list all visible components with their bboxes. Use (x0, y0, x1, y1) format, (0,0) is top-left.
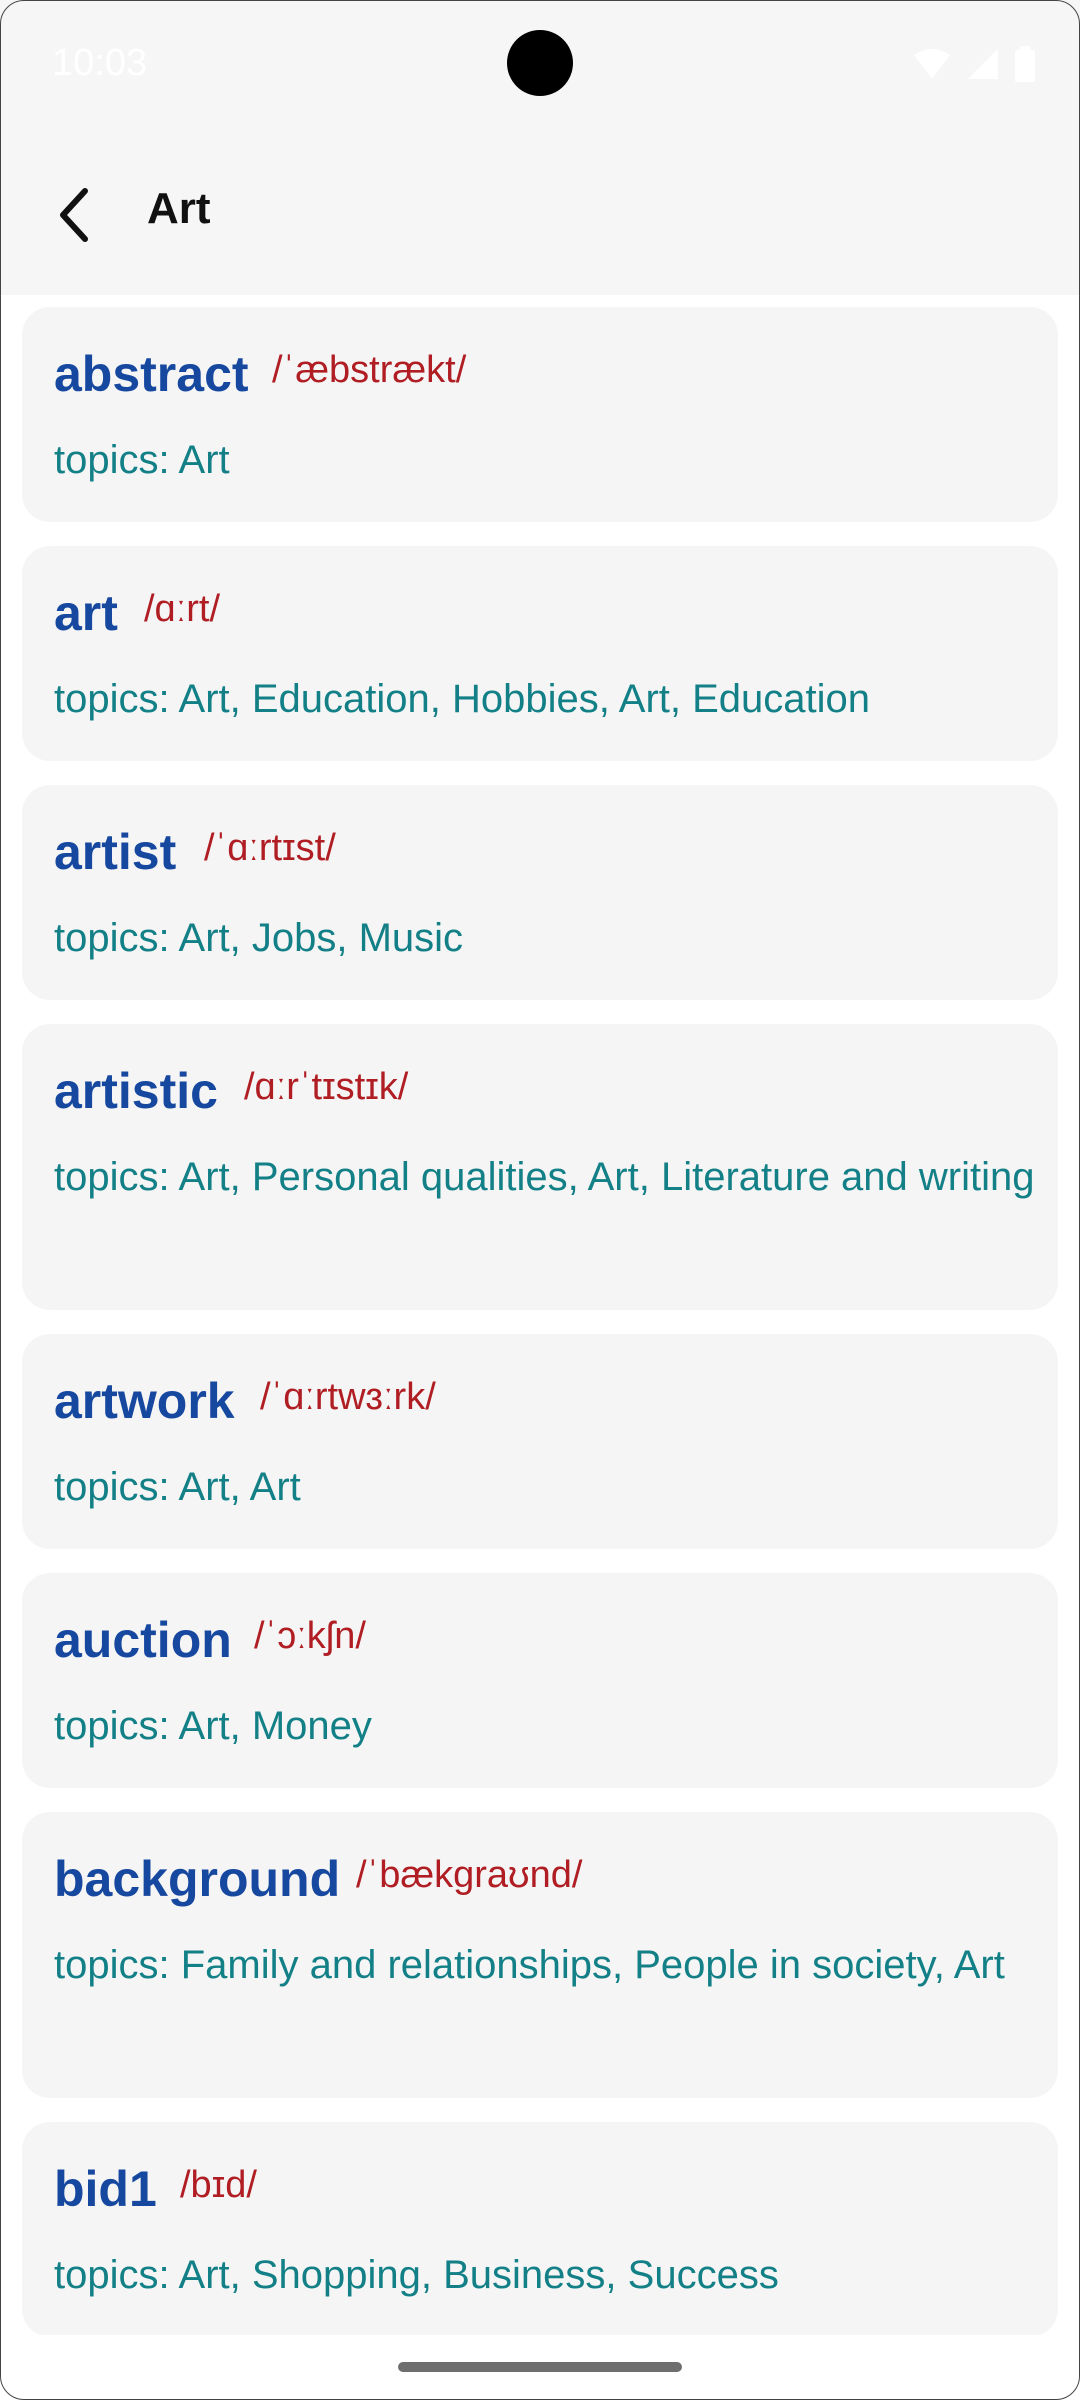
word-card[interactable]: bid1 /bɪd/ topics: Art, Shopping, Busine… (22, 2122, 1058, 2335)
word-headword: auction (54, 1612, 232, 1668)
word-pronunciation: /ˈbækɡraʊnd/ (356, 1854, 583, 1896)
back-button[interactable] (40, 180, 110, 250)
word-card[interactable]: background /ˈbækɡraʊnd/ topics: Family a… (22, 1812, 1058, 2098)
wifi-icon (914, 49, 950, 79)
word-topics: topics: Art, Education, Hobbies, Art, Ed… (54, 677, 871, 721)
battery-icon (1015, 46, 1035, 82)
word-headword: artwork (54, 1373, 235, 1429)
word-pronunciation: /ˈɑːrtɪst/ (204, 827, 336, 869)
app-bar: Art (0, 130, 1080, 295)
word-topics: topics: Art, Art (54, 1465, 301, 1509)
word-pronunciation: /ˈæbstrækt/ (272, 349, 467, 391)
chevron-left-icon (60, 188, 88, 242)
word-pronunciation: /ˈɑːrtwɜːrk/ (260, 1376, 436, 1418)
status-bar: 10:03 (0, 0, 1080, 130)
word-pronunciation: /ɑːrt/ (144, 588, 221, 630)
word-headword: artist (54, 824, 177, 880)
word-card[interactable]: auction /ˈɔːkʃn/ topics: Art, Money (22, 1573, 1058, 1788)
word-headword: background (54, 1851, 341, 1907)
word-list[interactable]: abstract /ˈæbstrækt/ topics: Art art /ɑː… (0, 295, 1080, 2335)
word-topics: topics: Art, Personal qualities, Art, Li… (54, 1155, 1035, 1199)
gesture-nav-handle[interactable] (398, 2362, 682, 2372)
word-card[interactable]: art /ɑːrt/ topics: Art, Education, Hobbi… (22, 546, 1058, 761)
word-topics: topics: Art, Jobs, Music (54, 916, 464, 960)
word-card[interactable]: artist /ˈɑːrtɪst/ topics: Art, Jobs, Mus… (22, 785, 1058, 1000)
word-headword: abstract (54, 346, 249, 402)
word-headword: bid1 (54, 2161, 157, 2217)
word-pronunciation: /ɑːrˈtɪstɪk/ (244, 1066, 409, 1108)
camera-cutout (507, 30, 573, 96)
word-topics: topics: Art (54, 438, 230, 482)
word-headword: artistic (54, 1063, 218, 1119)
word-pronunciation: /bɪd/ (180, 2164, 257, 2206)
word-card[interactable]: abstract /ˈæbstrækt/ topics: Art (22, 307, 1058, 522)
cell-signal-icon (968, 49, 998, 79)
word-headword: art (54, 585, 118, 641)
word-card[interactable]: artwork /ˈɑːrtwɜːrk/ topics: Art, Art (22, 1334, 1058, 1549)
word-pronunciation: /ˈɔːkʃn/ (254, 1615, 366, 1657)
word-topics: topics: Art, Shopping, Business, Success (54, 2253, 779, 2297)
status-time: 10:03 (52, 42, 148, 84)
word-topics: topics: Family and relationships, People… (54, 1943, 1005, 1987)
page-title: Art (147, 184, 211, 233)
word-card[interactable]: artistic /ɑːrˈtɪstɪk/ topics: Art, Perso… (22, 1024, 1058, 1310)
status-icons (912, 46, 1036, 82)
word-topics: topics: Art, Money (54, 1704, 372, 1748)
